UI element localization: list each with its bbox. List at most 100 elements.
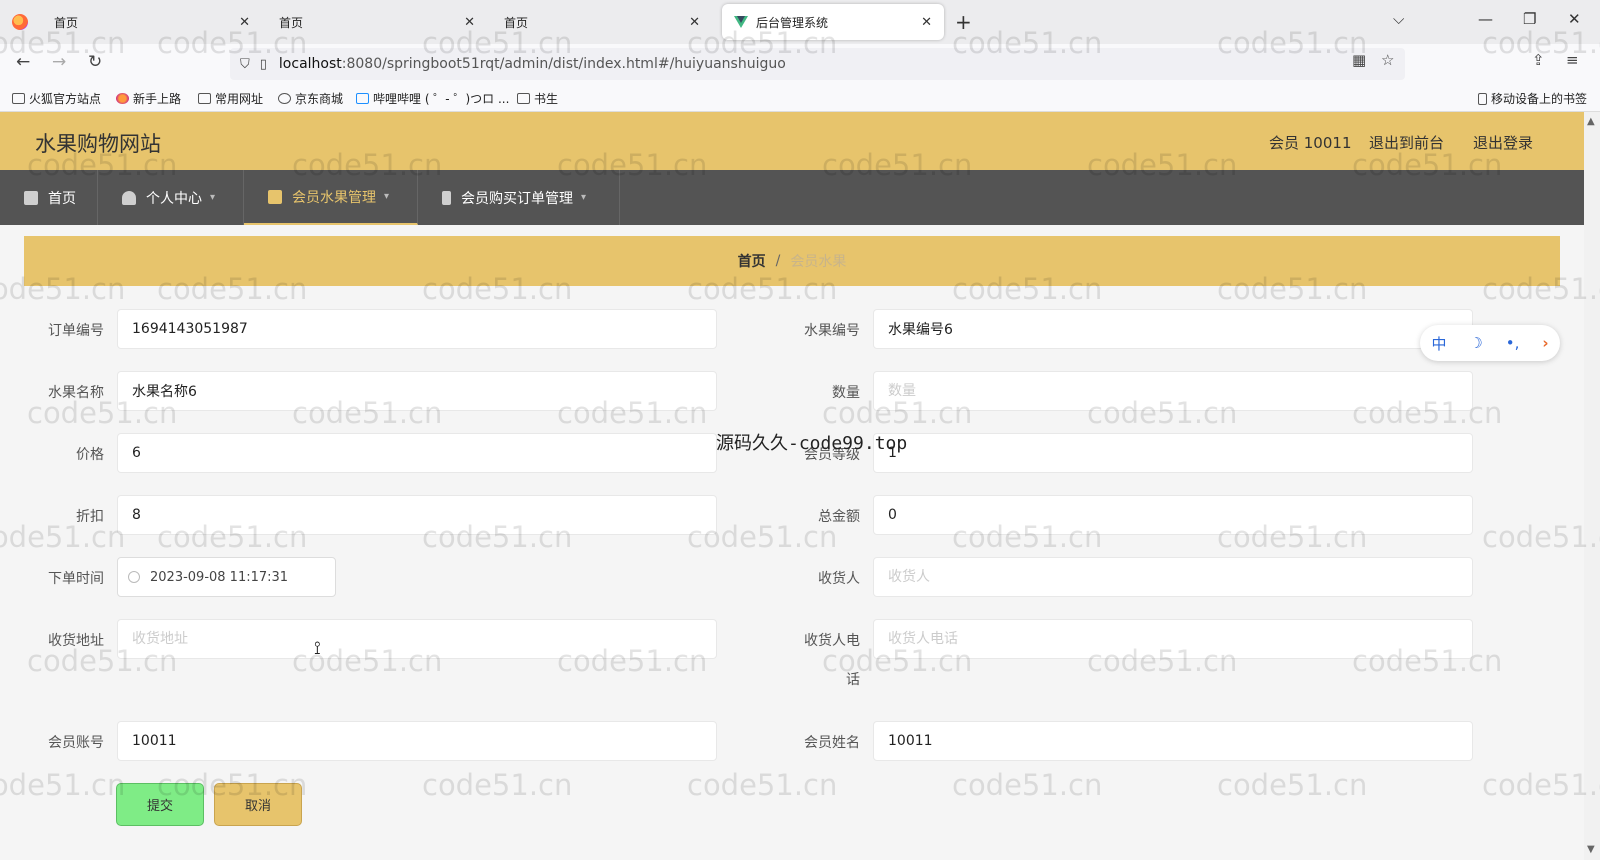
minimize-icon[interactable]: — [1478,10,1493,28]
site-title: 水果购物网站 [35,132,161,156]
breadcrumb-home[interactable]: 首页 [738,251,766,271]
scroll-up-icon[interactable]: ▲ [1587,116,1595,127]
fruit-name-label: 水果名称 [48,385,104,401]
shield-icon: ⛉ [240,56,250,72]
forward-icon[interactable]: → [52,52,66,72]
member-account-input[interactable] [117,721,717,761]
watermark-text: code51.cn [0,768,126,802]
restore-icon[interactable]: ❐ [1523,10,1536,28]
address-bar[interactable]: ⛉ ▯ localhost:8080/springboot51rqt/admin… [230,48,1405,80]
quantity-input[interactable] [873,371,1473,411]
tab-label: 首页 [54,15,79,30]
member-level-input[interactable] [873,433,1473,473]
watermark-text: code51.cn [952,768,1103,802]
app-header: 水果购物网站 会员 10011 退出到前台 退出登录 [0,112,1584,170]
tab-label: 首页 [279,15,304,30]
close-icon[interactable]: ✕ [689,15,700,30]
order-no-input[interactable] [117,309,717,349]
scroll-down-icon[interactable]: ▼ [1587,844,1595,855]
center-watermark: 源码久久-code99.top [716,433,908,454]
total-input[interactable] [873,495,1473,535]
text-cursor-icon: ⟟ [314,638,321,659]
chevron-right-icon[interactable]: › [1542,334,1548,352]
bookmark-item[interactable]: 新手上路 [116,90,181,107]
moon-icon[interactable]: ☽ [1469,334,1482,352]
browser-tab[interactable]: 首页 ✕ [267,4,487,40]
order-time-label: 下单时间 [48,571,104,587]
main-menu: 首页 个人中心 ▾ 会员水果管理 ▾ 会员购买订单管理 ▾ [0,170,1584,225]
browser-tab-active[interactable]: 后台管理系统 ✕ [722,4,944,40]
qr-code-icon[interactable]: ▦ [1352,51,1366,69]
close-icon[interactable]: ✕ [921,15,932,30]
menu-item-home[interactable]: 首页 [0,170,98,225]
mobile-icon [1478,92,1487,105]
bookmark-item[interactable]: 书生 [517,90,558,107]
phone-icon [442,190,451,205]
page-icon: ▯ [259,56,267,72]
globe-icon [278,93,291,104]
member-account-label: 会员账号 [48,735,104,751]
url-text[interactable]: localhost:8080/springboot51rqt/admin/dis… [279,56,786,72]
tab-list-chevron-icon[interactable]: ⌵ [1393,10,1404,28]
browser-tab[interactable]: 首页 ✕ [42,4,262,40]
breadcrumb-separator: / [775,253,781,269]
quantity-label: 数量 [832,385,860,401]
fruit-no-input[interactable] [873,309,1473,349]
extensions-icon[interactable]: ⇪ [1532,51,1545,69]
bilibili-icon [356,93,369,104]
user-icon [122,190,136,205]
reload-icon[interactable]: ↻ [88,52,102,72]
fruit-name-input[interactable] [117,371,717,411]
folder-icon [517,93,530,104]
home-icon [24,190,38,205]
logout-link[interactable]: 退出登录 [1473,132,1533,153]
receiver-phone-input[interactable] [873,619,1473,659]
watermark-text: code51.cn [687,768,838,802]
tab-label: 后台管理系统 [756,15,829,30]
menu-item-member-orders[interactable]: 会员购买订单管理 ▾ [418,170,620,225]
floating-toolbar: 中 ☽ •, › [1420,325,1560,361]
page-scrollbar[interactable]: ▲ ▼ [1584,112,1600,860]
address-input[interactable] [117,619,717,659]
dots-icon[interactable]: •, [1506,334,1520,352]
cancel-button[interactable]: 取消 [214,783,302,826]
mobile-bookmarks[interactable]: 移动设备上的书签 [1478,90,1587,107]
close-icon[interactable]: ✕ [239,15,250,30]
order-time-picker[interactable]: 2023-09-08 11:17:31 [117,557,336,597]
fruit-no-label: 水果编号 [804,323,860,339]
receiver-phone-label: 收货人电 [804,633,860,649]
new-tab-icon[interactable]: + [955,10,972,34]
discount-input[interactable] [117,495,717,535]
watermark-text: code51.cn [422,768,573,802]
language-toggle[interactable]: 中 [1431,333,1446,354]
menu-icon[interactable]: ≡ [1566,51,1579,69]
total-label: 总金额 [818,509,860,525]
submit-button[interactable]: 提交 [116,783,204,826]
bookmark-item[interactable]: 火狐官方站点 [12,90,101,107]
window-close-icon[interactable]: ✕ [1568,10,1581,28]
bookmark-star-icon[interactable]: ☆ [1381,51,1394,69]
browser-tab-bar: 首页 ✕ 首页 ✕ 首页 ✕ 后台管理系统 ✕ + ⌵ — ❐ ✕ [0,0,1600,44]
receiver-label: 收货人 [818,571,860,587]
folder-icon [12,93,25,104]
bookmark-item[interactable]: 哔哩哔哩 ( ゜- ゜)つロ ... [356,90,509,107]
back-icon[interactable]: ← [16,52,30,72]
chevron-down-icon: ▾ [581,192,587,203]
browser-nav-bar: ← → ↻ ⛉ ▯ localhost:8080/springboot51rqt… [0,44,1600,84]
menu-item-member-fruit[interactable]: 会员水果管理 ▾ [244,170,418,225]
user-label: 会员 10011 [1269,134,1352,152]
back-to-front-link[interactable]: 退出到前台 [1369,132,1444,153]
price-input[interactable] [117,433,717,473]
member-name-label: 会员姓名 [804,735,860,751]
menu-item-personal-center[interactable]: 个人中心 ▾ [98,170,244,225]
member-name-input[interactable] [873,721,1473,761]
browser-tab[interactable]: 首页 ✕ [492,4,712,40]
close-icon[interactable]: ✕ [464,15,475,30]
bookmark-item[interactable]: 京东商城 [278,90,343,107]
firefox-icon [116,93,129,104]
clock-icon [128,571,140,583]
folder-icon [198,93,211,104]
bookmark-item[interactable]: 常用网址 [198,90,263,107]
discount-label: 折扣 [76,509,104,525]
receiver-input[interactable] [873,557,1473,597]
